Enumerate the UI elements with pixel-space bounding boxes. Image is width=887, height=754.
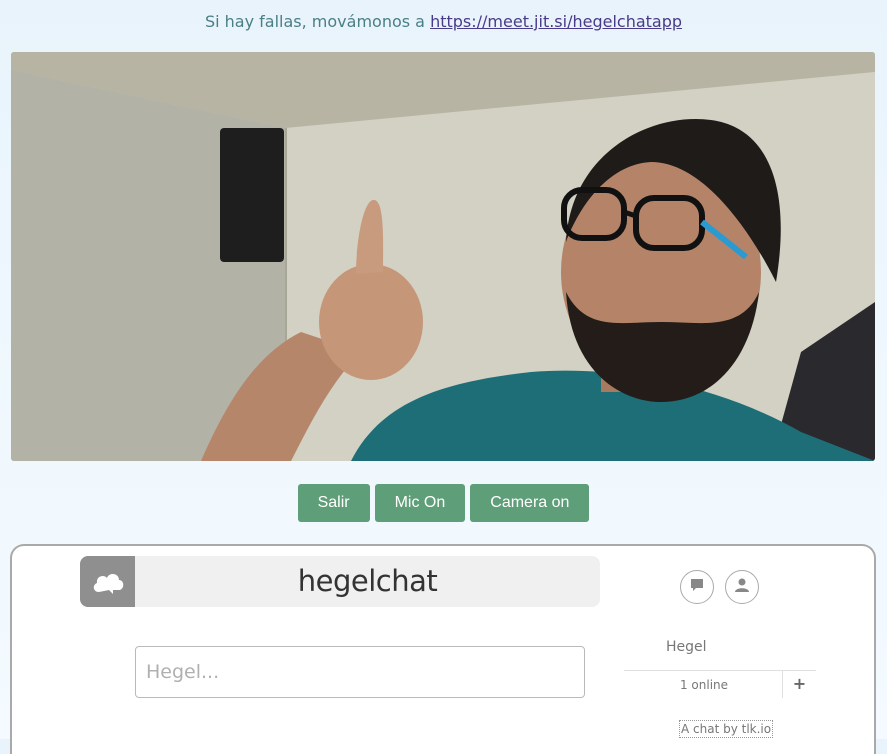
message-input[interactable] bbox=[135, 646, 585, 698]
video-feed bbox=[11, 52, 875, 461]
chat-panel: hegelchat Hegel 1 online + A chat by tlk… bbox=[10, 544, 876, 754]
online-user-name: Hegel bbox=[666, 639, 707, 655]
camera-toggle-button[interactable]: Camera on bbox=[470, 484, 590, 522]
cloud-icon bbox=[80, 556, 135, 607]
speech-bubble-icon bbox=[689, 577, 705, 597]
mic-toggle-button[interactable]: Mic On bbox=[374, 484, 466, 522]
online-count: 1 online bbox=[679, 678, 729, 692]
chat-toggle-button[interactable] bbox=[680, 570, 714, 604]
leave-button[interactable]: Salir bbox=[297, 484, 370, 522]
jitsi-link[interactable]: https://meet.jit.si/hegelchatapp bbox=[430, 12, 682, 31]
banner-text: Si hay fallas, movámonos a bbox=[204, 12, 431, 31]
webcam-image bbox=[11, 52, 875, 461]
tlkio-credit-link[interactable]: A chat by tlk.io bbox=[679, 720, 774, 738]
meeting-fallback-banner: Si hay fallas, movámonos a https://meet.… bbox=[0, 12, 887, 31]
chat-room-title: hegelchat bbox=[297, 564, 438, 598]
users-toggle-button[interactable] bbox=[725, 570, 759, 604]
online-status-row: 1 online + bbox=[624, 670, 816, 698]
user-icon bbox=[734, 577, 750, 597]
invite-button[interactable]: + bbox=[783, 674, 816, 693]
call-controls: Salir Mic On Camera on bbox=[0, 484, 887, 522]
chat-header: hegelchat bbox=[80, 556, 600, 607]
